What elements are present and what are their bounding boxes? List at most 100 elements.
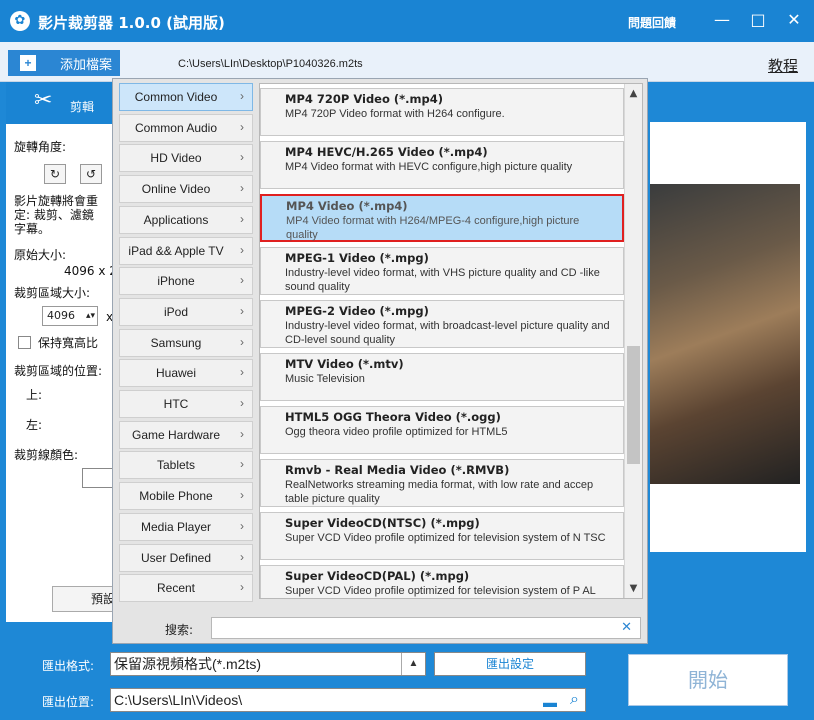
format-title: Rmvb - Real Media Video (*.RMVB)	[285, 463, 510, 477]
crop-width-value: 4096	[47, 309, 75, 322]
scroll-down-icon[interactable]: ▼	[625, 583, 642, 594]
export-format-value: 保留源視頻格式(*.m2ts)	[114, 656, 261, 672]
category-label: Applications	[143, 212, 209, 227]
rotate-clockwise-button[interactable]: ↻	[44, 164, 66, 184]
category-label: iPhone	[157, 274, 195, 289]
chevron-right-icon: ›	[240, 549, 244, 564]
format-list-scrollbar[interactable]: ▲ ▼	[624, 84, 642, 598]
format-list: MP4 720P Video (*.mp4) MP4 720P Video for…	[259, 83, 643, 599]
category-item[interactable]: iPod ›	[119, 297, 253, 326]
scroll-up-icon[interactable]: ▲	[625, 88, 642, 99]
add-file-button[interactable]: + 添加檔案	[8, 50, 120, 76]
crop-line-color-label: 裁剪線顏色:	[14, 448, 79, 462]
format-description: Ogg theora video profile optimized for H…	[285, 426, 508, 438]
format-item[interactable]: Super VideoCD(PAL) (*.mpg) Super VCD Vide…	[260, 565, 624, 598]
chevron-right-icon: ›	[240, 273, 244, 288]
category-item[interactable]: HTC ›	[119, 390, 253, 418]
format-title: MP4 HEVC/H.265 Video (*.mp4)	[285, 145, 488, 159]
export-location-label: 匯出位置:	[42, 695, 95, 709]
format-item[interactable]: HTML5 OGG Theora Video (*.ogg) Ogg theora…	[260, 406, 624, 454]
format-title: MTV Video (*.mtv)	[285, 357, 404, 371]
chevron-right-icon: ›	[240, 211, 244, 226]
format-search-row: 搜索: ✕	[113, 609, 649, 643]
format-item[interactable]: MTV Video (*.mtv) Music Television	[260, 353, 624, 401]
format-item[interactable]: Rmvb - Real Media Video (*.RMVB) RealNetw…	[260, 459, 624, 507]
category-item[interactable]: Game Hardware ›	[119, 420, 253, 449]
format-description: MP4 Video format with H264/MPEG-4 config…	[286, 215, 580, 241]
start-button[interactable]: 開始	[628, 654, 788, 706]
format-item[interactable]: MP4 HEVC/H.265 Video (*.mp4) MP4 Video fo…	[260, 141, 624, 189]
category-item[interactable]: iPhone ›	[119, 267, 253, 296]
category-item[interactable]: Recent ›	[119, 574, 253, 603]
format-description: Industry-level video format, with VHS pi…	[285, 267, 600, 293]
feedback-link[interactable]: 問題回饋	[628, 14, 676, 31]
folder-icon[interactable]: ▬	[543, 691, 557, 713]
scrollbar-thumb[interactable]	[627, 346, 640, 464]
category-label: Common Video	[134, 90, 218, 104]
category-label: iPad && Apple TV	[128, 243, 224, 258]
crop-size-label: 裁剪區域大小:	[14, 286, 91, 300]
format-description: MP4 Video format with HEVC configure,hig…	[285, 161, 573, 173]
chevron-right-icon: ›	[240, 457, 244, 472]
scissors-icon: ✂	[34, 88, 53, 113]
category-item[interactable]: Common Audio ›	[119, 113, 253, 142]
format-description: Music Television	[285, 373, 365, 385]
category-item[interactable]: Media Player ›	[119, 512, 253, 541]
stepper-arrows-icon[interactable]: ▴▾	[86, 307, 95, 325]
crop-width-stepper[interactable]: 4096 ▴▾	[42, 306, 98, 326]
format-search-input[interactable]: ✕	[211, 617, 641, 639]
dropdown-arrow-icon[interactable]: ▲	[401, 653, 425, 675]
tutorial-link[interactable]: 教程	[768, 55, 798, 76]
preview-image	[650, 184, 800, 484]
category-item[interactable]: HD Video ›	[119, 144, 253, 173]
format-item[interactable]: MP4 Video (*.mp4) MP4 Video format with H…	[260, 194, 624, 242]
format-description: Super VCD Video profile optimized for te…	[285, 532, 606, 544]
category-item[interactable]: Mobile Phone ›	[119, 482, 253, 511]
category-item[interactable]: Applications ›	[119, 205, 253, 234]
format-description: MP4 720P Video format with H264 configur…	[285, 108, 505, 120]
format-description: RealNetworks streaming media format, wit…	[285, 479, 594, 505]
export-location-value: C:\Users\LIn\Videos\	[114, 692, 243, 708]
format-item[interactable]: MPEG-1 Video (*.mpg) Industry-level video…	[260, 247, 624, 295]
chevron-right-icon: ›	[240, 119, 244, 134]
left-label: 左:	[26, 418, 43, 432]
format-item[interactable]: Super VideoCD(NTSC) (*.mpg) Super VCD Vid…	[260, 512, 624, 560]
format-description: Super VCD Video profile optimized for te…	[285, 585, 596, 597]
category-label: Media Player	[140, 519, 212, 534]
format-description: Industry-level video format, with broadc…	[285, 320, 610, 346]
category-label: Samsung	[150, 335, 202, 350]
category-item[interactable]: User Defined ›	[119, 543, 253, 572]
category-item[interactable]: Huawei ›	[119, 359, 253, 388]
maximize-button[interactable]: □	[744, 8, 772, 32]
category-item[interactable]: Tablets ›	[119, 451, 253, 480]
category-label: HTC	[163, 397, 189, 411]
category-label: Common Audio	[134, 120, 218, 135]
category-item[interactable]: Common Video ›	[119, 83, 253, 111]
category-item[interactable]: Samsung ›	[119, 328, 253, 357]
edit-panel: ✂ 剪輯 旋轉角度: ↻ ↺ 影片旋轉將會重 定: 裁剪、濾鏡 字幕。 原始大小…	[6, 82, 122, 622]
close-button[interactable]: ✕	[780, 8, 808, 32]
category-label: Tablets	[156, 458, 196, 473]
category-item[interactable]: Online Video ›	[119, 175, 253, 204]
format-title: MPEG-2 Video (*.mpg)	[285, 304, 429, 318]
edit-tab[interactable]: ✂ 剪輯	[6, 82, 114, 124]
rotate-counterclockwise-button[interactable]: ↺	[80, 164, 102, 184]
minimize-button[interactable]: —	[708, 8, 736, 32]
category-label: Recent	[156, 581, 196, 596]
format-item[interactable]: MPEG-2 Video (*.mpg) Industry-level video…	[260, 300, 624, 348]
category-label: iPod	[163, 304, 189, 319]
category-item[interactable]: iPad && Apple TV ›	[119, 236, 253, 265]
keep-ratio-checkbox[interactable]	[18, 336, 31, 349]
export-format-select[interactable]: 保留源視頻格式(*.m2ts) ▲	[110, 652, 426, 676]
rotation-note-line3: 字幕。	[14, 222, 51, 236]
clear-search-icon[interactable]: ✕	[621, 620, 632, 635]
format-item[interactable]: MP4 720P Video (*.mp4) MP4 720P Video for…	[260, 88, 624, 136]
crop-position-label: 裁剪區域的位置:	[14, 364, 103, 378]
original-size-value: 4096 x 2	[64, 264, 117, 278]
file-path: C:\Users\LIn\Desktop\P1040326.m2ts	[178, 58, 363, 70]
export-location-field[interactable]: C:\Users\LIn\Videos\ ▬ ⌕	[110, 688, 586, 712]
search-icon[interactable]: ⌕	[570, 689, 579, 711]
export-settings-button[interactable]: 匯出設定	[434, 652, 586, 676]
chevron-right-icon: ›	[240, 488, 244, 503]
chevron-right-icon: ›	[240, 518, 244, 533]
